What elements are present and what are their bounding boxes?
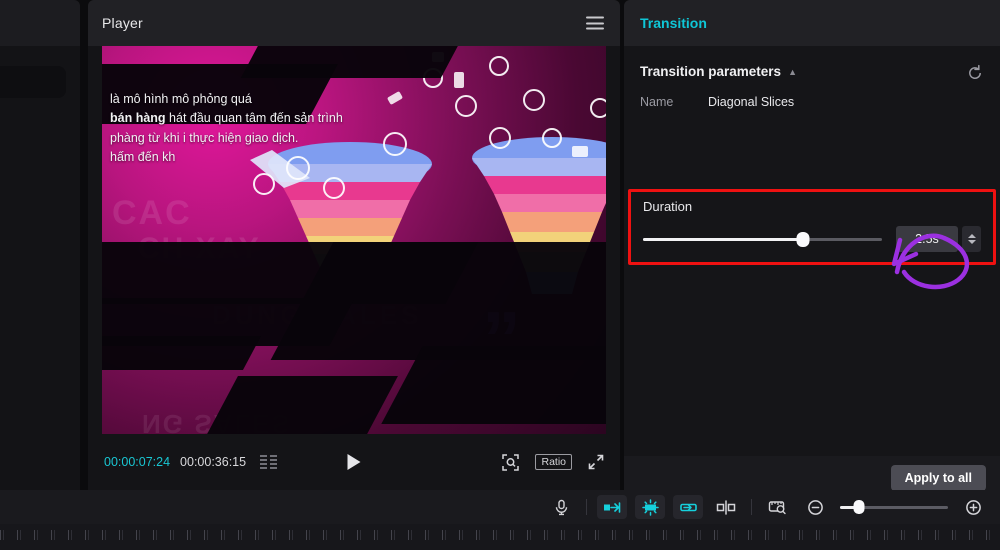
transition-slice (206, 376, 398, 434)
stepper-icon[interactable] (962, 226, 981, 252)
zoom-to-fit-icon[interactable] (502, 453, 520, 471)
hamburger-icon[interactable] (586, 16, 604, 30)
transition-name-row: Name Diagonal Slices (624, 79, 1000, 109)
chevron-up-icon[interactable]: ▲ (788, 67, 797, 77)
play-icon[interactable] (347, 454, 361, 470)
transition-panel-header: Transition (624, 0, 1000, 46)
transition-name-value: Diagonal Slices (708, 95, 795, 109)
player-title: Player (102, 15, 143, 31)
duration-label: Duration (643, 199, 693, 214)
video-preview[interactable]: CAC CH XAY DUNG SALES NG SALES (102, 46, 606, 434)
media-panel-item[interactable] (0, 66, 66, 98)
timeline-toolbar (0, 490, 1000, 524)
cut-clip-icon[interactable] (711, 495, 741, 519)
split-left-icon[interactable] (597, 495, 627, 519)
split-right-icon[interactable] (673, 495, 703, 519)
player-panel: Player CAC CH XAY DUNG SALES NG SALES (88, 0, 620, 500)
transition-name-label: Name (640, 95, 674, 109)
storyboard-icon[interactable] (260, 455, 278, 469)
microphone-icon[interactable] (546, 495, 576, 519)
toolbar-divider (751, 499, 752, 515)
media-panel-header (0, 0, 80, 46)
ratio-button[interactable]: Ratio (535, 454, 572, 470)
transition-panel-body: Transition parameters ▲ Name Diagonal Sl… (624, 46, 1000, 456)
transition-parameters-label: Transition parameters (640, 64, 782, 79)
reset-icon[interactable] (966, 64, 984, 82)
current-timecode[interactable]: 00:00:07:24 (104, 455, 170, 469)
zoom-in-icon[interactable] (958, 495, 988, 519)
freeze-frame-icon[interactable] (635, 495, 665, 519)
fullscreen-icon[interactable] (588, 454, 604, 470)
transition-panel: Transition Transition parameters ▲ Name … (624, 0, 1000, 500)
snapshot-icon[interactable] (762, 495, 792, 519)
total-timecode: 00:00:36:15 (180, 455, 247, 469)
duration-slider-fill (643, 238, 804, 241)
player-controls: 00:00:07:24 00:00:36:15 Ratio (88, 434, 620, 490)
duration-slider[interactable] (643, 230, 882, 248)
zoom-slider-handle[interactable] (853, 500, 865, 514)
duration-input[interactable]: 2.5s (896, 226, 958, 252)
zoom-out-icon[interactable] (800, 495, 830, 519)
transition-title: Transition (640, 15, 707, 31)
timeline-zoom-slider[interactable] (840, 499, 948, 515)
editor-window: Player CAC CH XAY DUNG SALES NG SALES (0, 0, 1000, 550)
transition-slice (102, 336, 262, 370)
transition-parameters-section[interactable]: Transition parameters ▲ (624, 46, 1000, 79)
media-panel (0, 0, 80, 500)
ruler-ticks (0, 530, 1000, 540)
duration-highlight-box: Duration 2.5s (628, 189, 996, 265)
timeline-ruler[interactable] (0, 524, 1000, 550)
apply-to-all-button[interactable]: Apply to all (890, 465, 986, 491)
transition-slice (240, 46, 464, 78)
duration-slider-handle[interactable] (796, 232, 810, 247)
toolbar-divider (586, 499, 587, 515)
player-header: Player (88, 0, 620, 46)
